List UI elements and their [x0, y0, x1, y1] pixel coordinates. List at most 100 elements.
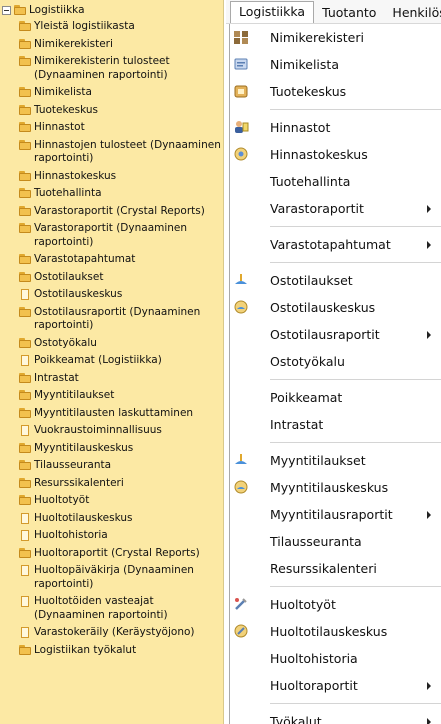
tree-item[interactable]: Nimikerekisteri	[0, 36, 223, 54]
tree-item-label: Hinnastot	[34, 121, 85, 133]
menu-separator	[230, 699, 441, 708]
menu-item[interactable]: Tuotekeskus	[230, 78, 441, 105]
menu-item[interactable]: Ostotilaukset	[230, 267, 441, 294]
tree-item[interactable]: Tilausseuranta	[0, 457, 223, 475]
tree-item[interactable]: Huoltohistoria	[0, 527, 223, 545]
submenu-arrow-icon	[427, 511, 431, 519]
menu-item-label: Ostotilaukset	[270, 273, 353, 288]
menu-item-label: Työkalut	[270, 714, 322, 724]
menu-item-label: Huoltotyöt	[270, 597, 336, 612]
tree-item[interactable]: Resurssikalenteri	[0, 475, 223, 493]
menu-henkilosto[interactable]: Henkilöstö	[384, 3, 441, 23]
menu-item[interactable]: Myyntitilaukset	[230, 447, 441, 474]
tree-item-label: Hinnastokeskus	[34, 169, 117, 182]
tree-item[interactable]: Vuokraustoiminnallisuus	[0, 422, 223, 440]
tree-item[interactable]: Huoltotyöt	[0, 492, 223, 510]
document-icon	[19, 565, 31, 576]
folder-icon	[14, 5, 26, 16]
menu-item[interactable]: Työkalut	[230, 708, 441, 724]
menu-item[interactable]: Tilausseuranta	[230, 528, 441, 555]
tree-item[interactable]: Hinnastokeskus	[0, 168, 223, 186]
menu-item[interactable]: Hinnastokeskus	[230, 141, 441, 168]
document-icon	[19, 627, 31, 638]
tree-item[interactable]: Ostotilauskeskus	[0, 286, 223, 304]
menu-item-label: Ostotilauskeskus	[270, 300, 376, 315]
tree-item[interactable]: Huoltoraportit (Crystal Reports)	[0, 545, 223, 563]
menu-item[interactable]: Huoltoraportit	[230, 672, 441, 699]
menu-item-label: Ostotyökalu	[270, 354, 345, 369]
menu-item[interactable]: Myyntitilausraportit	[230, 501, 441, 528]
folder-icon	[19, 460, 31, 471]
tree-item[interactable]: Ostotilaukset	[0, 269, 223, 287]
service-center-icon	[233, 623, 249, 639]
tree-item[interactable]: Myyntitilauskeskus	[0, 440, 223, 458]
menu-item[interactable]: Huoltotyöt	[230, 591, 441, 618]
folder-icon	[19, 306, 31, 318]
menu-separator	[230, 258, 441, 267]
menu-item[interactable]: Poikkeamat	[230, 384, 441, 411]
tree-item[interactable]: Myyntitilausten laskuttaminen	[0, 405, 223, 423]
tree-item[interactable]: Yleistä logistiikasta	[0, 18, 223, 36]
tree-item[interactable]: Varastoraportit (Dynaaminen raportointi)	[0, 220, 223, 251]
menu-item[interactable]: Ostotyökalu	[230, 348, 441, 375]
tree-item[interactable]: Tuotehallinta	[0, 185, 223, 203]
tree-item[interactable]: Hinnastojen tulosteet (Dynaaminen raport…	[0, 137, 223, 168]
tree-item-label: Poikkeamat (Logistiikka)	[34, 354, 162, 366]
document-icon	[19, 289, 31, 300]
menu-item-label: Huoltohistoria	[270, 651, 358, 666]
menu-item[interactable]: Varastotapahtumat	[230, 231, 441, 258]
folder-icon	[19, 104, 31, 116]
menu-item[interactable]: Ostotilauskeskus	[230, 294, 441, 321]
tree-item[interactable]: Hinnastot	[0, 119, 223, 137]
menu-item-label: Varastotapahtumat	[270, 237, 391, 252]
tree-items: Yleistä logistiikasta Nimikerekisteri Nimi…	[0, 18, 223, 659]
tree-item[interactable]: Huoltotilauskeskus	[0, 510, 223, 528]
menu-item[interactable]: Huoltotilauskeskus	[230, 618, 441, 645]
menu-item[interactable]: Intrastat	[230, 411, 441, 438]
tree-item-label: Myyntitilausten laskuttaminen	[34, 406, 194, 419]
tree-root-logistiikka[interactable]: Logistiikka	[0, 2, 223, 18]
tree-item-label: Nimikerekisterin tulosteet (Dynaaminen r…	[34, 55, 170, 81]
tree-item[interactable]: Logistiikan työkalut	[0, 642, 223, 660]
menu-separator	[230, 375, 441, 384]
tree-item[interactable]: Huoltopäiväkirja (Dynaaminen raportointi…	[0, 562, 223, 593]
menu-item[interactable]: Ostotilausraportit	[230, 321, 441, 348]
tree-item[interactable]: Nimikelista	[0, 84, 223, 102]
menu-item[interactable]: Huoltohistoria	[230, 645, 441, 672]
tree-item[interactable]: Varastoraportit (Crystal Reports)	[0, 203, 223, 221]
menu-item[interactable]: Nimikelista	[230, 51, 441, 78]
submenu-arrow-icon	[427, 241, 431, 249]
tree-item-label: Yleistä logistiikasta	[34, 20, 135, 32]
menu-item[interactable]: Resurssikalenteri	[230, 555, 441, 582]
tree-item[interactable]: Huoltotöiden vasteajat (Dynaaminen rapor…	[0, 593, 223, 624]
folder-icon	[19, 56, 31, 67]
tree-item[interactable]: Tuotekeskus	[0, 102, 223, 120]
tree-item[interactable]: Poikkeamat (Logistiikka)	[0, 352, 223, 370]
tree-item-label: Nimikerekisteri	[34, 37, 113, 50]
tree-item-label: Tuotehallinta	[34, 187, 102, 199]
menu-item[interactable]: Hinnastot	[230, 114, 441, 141]
menu-item[interactable]: Nimikerekisteri	[230, 24, 441, 51]
folder-icon	[19, 254, 31, 265]
purchase-order-icon	[233, 272, 249, 288]
tree-item[interactable]: Nimikerekisterin tulosteet (Dynaaminen r…	[0, 53, 223, 84]
tree-item-label: Myyntitilauskeskus	[34, 441, 134, 454]
tree-item[interactable]: Varastokeräily (Keräystyöjono)	[0, 624, 223, 642]
menu-item[interactable]: Myyntitilauskeskus	[230, 474, 441, 501]
tree-item-label: Varastoraportit (Crystal Reports)	[34, 204, 205, 217]
tree-item[interactable]: Intrastat	[0, 370, 223, 388]
collapse-icon[interactable]	[2, 5, 11, 15]
tree-item[interactable]: Ostotyökalu	[0, 335, 223, 353]
menu-item-label: Tilausseuranta	[270, 534, 362, 549]
menu-tuotanto[interactable]: Tuotanto	[314, 3, 384, 23]
menu-item[interactable]: Tuotehallinta	[230, 168, 441, 195]
tree-item[interactable]: Ostotilausraportit (Dynaaminen raportoin…	[0, 304, 223, 335]
tree-item[interactable]: Myyntitilaukset	[0, 387, 223, 405]
submenu-arrow-icon	[427, 205, 431, 213]
menu-logistiikka[interactable]: Logistiikka	[230, 1, 315, 23]
menu-item[interactable]: Varastoraportit	[230, 195, 441, 222]
menu-item-label: Huoltotilauskeskus	[270, 624, 388, 639]
submenu-arrow-icon	[427, 331, 431, 339]
tree-item-label: Huoltoraportit (Crystal Reports)	[34, 546, 200, 559]
tree-item[interactable]: Varastotapahtumat	[0, 251, 223, 269]
